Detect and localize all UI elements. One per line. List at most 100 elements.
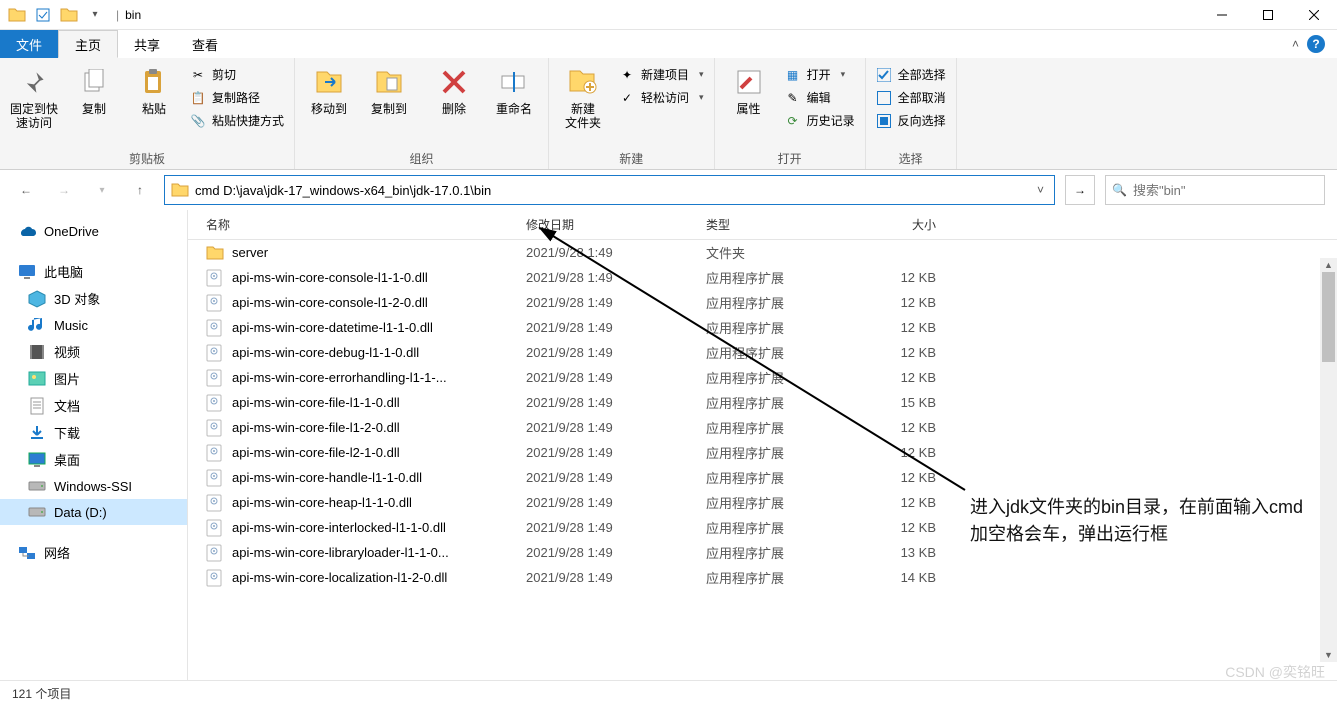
copy-path-button[interactable]: 📋复制路径	[186, 87, 288, 108]
file-name: api-ms-win-core-localization-l1-2-0.dll	[232, 570, 447, 585]
address-dropdown-icon[interactable]: ˅	[1033, 183, 1048, 197]
col-name[interactable]: 名称	[206, 216, 526, 233]
file-row[interactable]: api-ms-win-core-file-l1-1-0.dll 2021/9/2…	[188, 390, 1337, 415]
file-date: 2021/9/28 1:49	[526, 370, 706, 385]
qat-dropdown-icon[interactable]: ▾	[84, 4, 106, 26]
sidebar-item-8[interactable]: Data (D:)	[0, 499, 187, 525]
sidebar-item-label: Music	[54, 318, 88, 333]
easy-access-button[interactable]: ✓轻松访问▾	[615, 87, 708, 108]
sidebar-item-5[interactable]: 下载	[0, 419, 187, 446]
file-row[interactable]: api-ms-win-core-debug-l1-1-0.dll 2021/9/…	[188, 340, 1337, 365]
file-row[interactable]: api-ms-win-core-file-l1-2-0.dll 2021/9/2…	[188, 415, 1337, 440]
dll-icon	[206, 394, 224, 412]
file-row[interactable]: api-ms-win-core-file-l2-1-0.dll 2021/9/2…	[188, 440, 1337, 465]
pin-quickaccess-button[interactable]: 固定到快 速访问	[6, 62, 62, 131]
close-button[interactable]	[1291, 0, 1337, 30]
sidebar-item-6[interactable]: 桌面	[0, 446, 187, 473]
history-button[interactable]: ⟳历史记录	[781, 110, 859, 131]
sidebar-item-1[interactable]: Music	[0, 312, 187, 338]
ribbon-group-open: 属性 ▦打开▾ ✎编辑 ⟳历史记录 打开	[715, 58, 866, 169]
col-date[interactable]: 修改日期	[526, 216, 706, 233]
sidebar-item-label: 3D 对象	[54, 289, 100, 308]
column-headers[interactable]: 名称 修改日期 类型 大小	[188, 210, 1337, 240]
sidebar-item-7[interactable]: Windows-SSI	[0, 473, 187, 499]
sidebar-item-label: Data (D:)	[54, 505, 107, 520]
edit-button[interactable]: ✎编辑	[781, 87, 859, 108]
file-size: 12 KB	[856, 270, 956, 285]
file-size: 12 KB	[856, 495, 956, 510]
sidebar-item-network[interactable]: 网络	[0, 539, 187, 566]
navigation-pane[interactable]: OneDrive 此电脑 3D 对象 Music 视频图片文档下载桌面Windows…	[0, 210, 188, 680]
sidebar-item-3[interactable]: 图片	[0, 365, 187, 392]
cut-button[interactable]: ✂剪切	[186, 64, 288, 85]
copy-button[interactable]: 复制	[66, 62, 122, 116]
file-row[interactable]: api-ms-win-core-errorhandling-l1-1-... 2…	[188, 365, 1337, 390]
nav-up-button[interactable]: ↑	[126, 176, 154, 204]
address-bar[interactable]: ˅	[164, 175, 1055, 205]
sidebar-item-2[interactable]: 视频	[0, 338, 187, 365]
file-row[interactable]: server 2021/9/28 1:49 文件夹	[188, 240, 1337, 265]
tab-file[interactable]: 文件	[0, 30, 58, 58]
file-type: 应用程序扩展	[706, 343, 856, 362]
file-row[interactable]: api-ms-win-core-console-l1-2-0.dll 2021/…	[188, 290, 1337, 315]
new-item-button[interactable]: ✦新建项目▾	[615, 64, 708, 85]
maximize-button[interactable]	[1245, 0, 1291, 30]
sidebar-item-onedrive[interactable]: OneDrive	[0, 218, 187, 244]
go-button[interactable]: →	[1065, 175, 1095, 205]
col-type[interactable]: 类型	[706, 216, 856, 233]
open-button[interactable]: ▦打开▾	[781, 64, 859, 85]
paste-shortcut-button[interactable]: 📎粘贴快捷方式	[186, 110, 288, 131]
move-to-button[interactable]: 移动到	[301, 62, 357, 116]
file-row[interactable]: api-ms-win-core-localization-l1-2-0.dll …	[188, 565, 1337, 590]
ribbon-collapse-icon[interactable]: ˄	[1292, 37, 1299, 51]
rename-button[interactable]: 重命名	[486, 62, 542, 116]
dll-icon	[206, 294, 224, 312]
tab-home[interactable]: 主页	[58, 30, 118, 58]
sidebar-item-label: 下载	[54, 423, 80, 442]
copy-to-button[interactable]: 复制到	[361, 62, 417, 116]
file-list[interactable]: server 2021/9/28 1:49 文件夹 api-ms-win-cor…	[188, 240, 1337, 680]
picture-icon	[28, 370, 46, 388]
search-box[interactable]: 🔍	[1105, 175, 1325, 205]
vertical-scrollbar[interactable]: ▲ ▼	[1320, 258, 1337, 662]
new-folder-button[interactable]: 新建 文件夹	[555, 62, 611, 131]
delete-button[interactable]: 删除	[426, 62, 482, 116]
scroll-thumb[interactable]	[1322, 272, 1335, 362]
file-row[interactable]: api-ms-win-core-libraryloader-l1-1-0... …	[188, 540, 1337, 565]
sidebar-item-thispc[interactable]: 此电脑	[0, 258, 187, 285]
address-input[interactable]	[195, 176, 1027, 204]
file-name: api-ms-win-core-handle-l1-1-0.dll	[232, 470, 422, 485]
file-row[interactable]: api-ms-win-core-handle-l1-1-0.dll 2021/9…	[188, 465, 1337, 490]
select-all-button[interactable]: 全部选择	[872, 64, 950, 85]
help-icon[interactable]: ?	[1307, 35, 1325, 53]
sidebar-item-4[interactable]: 文档	[0, 392, 187, 419]
file-row[interactable]: api-ms-win-core-heap-l1-1-0.dll 2021/9/2…	[188, 490, 1337, 515]
title-separator: |	[116, 8, 119, 22]
nav-back-button[interactable]: ←	[12, 176, 40, 204]
invert-selection-button[interactable]: 反向选择	[872, 110, 950, 131]
col-size[interactable]: 大小	[856, 216, 956, 233]
file-row[interactable]: api-ms-win-core-interlocked-l1-1-0.dll 2…	[188, 515, 1337, 540]
paste-button[interactable]: 粘贴	[126, 62, 182, 116]
nav-forward-button[interactable]: →	[50, 176, 78, 204]
qat-folder-icon[interactable]	[6, 4, 28, 26]
file-name: api-ms-win-core-interlocked-l1-1-0.dll	[232, 520, 446, 535]
properties-button[interactable]: 属性	[721, 62, 777, 116]
tab-view[interactable]: 查看	[176, 30, 234, 58]
file-row[interactable]: api-ms-win-core-datetime-l1-1-0.dll 2021…	[188, 315, 1337, 340]
search-input[interactable]	[1133, 183, 1318, 198]
scroll-down-icon[interactable]: ▼	[1320, 648, 1337, 662]
file-row[interactable]: api-ms-win-core-console-l1-1-0.dll 2021/…	[188, 265, 1337, 290]
download-icon	[28, 424, 46, 442]
qat-properties-icon[interactable]	[32, 4, 54, 26]
file-name: api-ms-win-core-console-l1-2-0.dll	[232, 295, 428, 310]
sidebar-item-0[interactable]: 3D 对象	[0, 285, 187, 312]
file-type: 应用程序扩展	[706, 268, 856, 287]
scroll-up-icon[interactable]: ▲	[1320, 258, 1337, 272]
file-size: 13 KB	[856, 545, 956, 560]
tab-share[interactable]: 共享	[118, 30, 176, 58]
minimize-button[interactable]	[1199, 0, 1245, 30]
qat-newfolder-icon[interactable]	[58, 4, 80, 26]
nav-recent-dropdown[interactable]: ▾	[88, 176, 116, 204]
select-none-button[interactable]: 全部取消	[872, 87, 950, 108]
